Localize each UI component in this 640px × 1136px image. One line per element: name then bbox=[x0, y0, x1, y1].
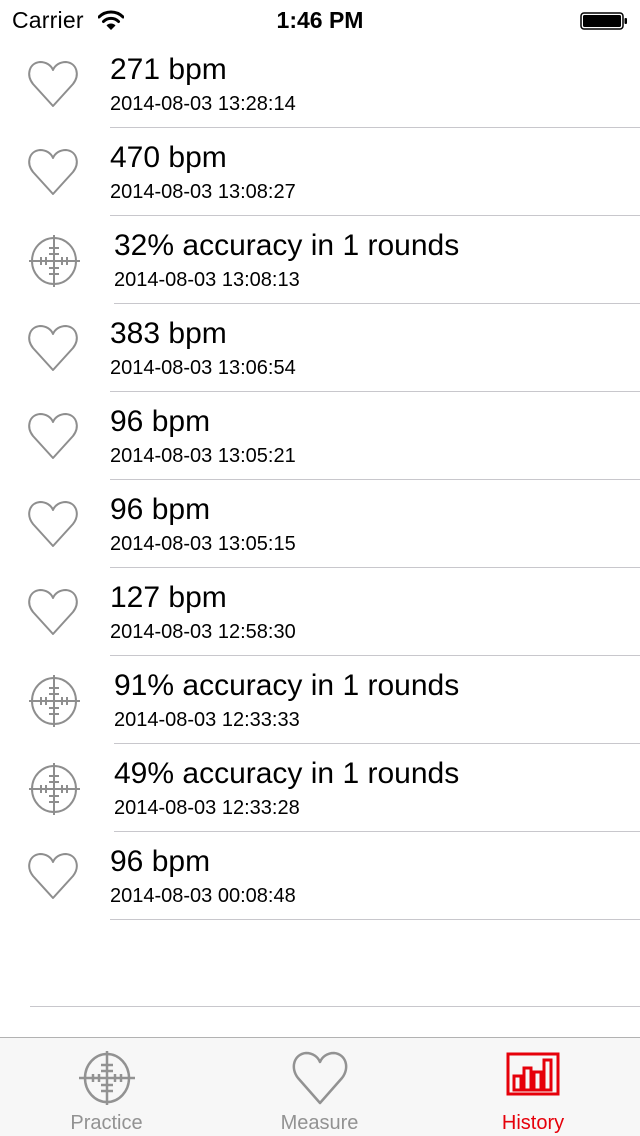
list-item[interactable]: 271 bpm 2014-08-03 13:28:14 bbox=[0, 40, 640, 128]
item-title: 470 bpm bbox=[110, 141, 227, 174]
row-separator bbox=[110, 919, 640, 920]
tab-history-label: History bbox=[501, 1112, 565, 1134]
item-timestamp: 2014-08-03 13:05:15 bbox=[110, 533, 296, 555]
list-item[interactable]: 383 bpm 2014-08-03 13:06:54 bbox=[0, 304, 640, 392]
item-title: 96 bpm bbox=[110, 493, 211, 526]
item-title: 32% accuracy in 1 rounds bbox=[114, 229, 460, 262]
list-item[interactable]: 96 bpm 2014-08-03 13:05:15 bbox=[0, 480, 640, 568]
item-timestamp: 2014-08-03 13:08:13 bbox=[114, 269, 300, 291]
list-item[interactable]: 32% accuracy in 1 rounds 2014-08-03 13:08… bbox=[0, 216, 640, 304]
item-timestamp: 2014-08-03 13:06:54 bbox=[110, 357, 296, 379]
item-timestamp: 2014-08-03 12:33:28 bbox=[114, 797, 300, 819]
heart-icon bbox=[28, 589, 78, 635]
heart-icon bbox=[292, 1051, 347, 1105]
heart-icon bbox=[28, 149, 78, 195]
item-timestamp: 2014-08-03 13:08:27 bbox=[110, 181, 296, 203]
tab-measure[interactable]: Measure bbox=[213, 1038, 426, 1136]
heart-icon bbox=[28, 501, 78, 547]
item-timestamp: 2014-08-03 12:58:30 bbox=[110, 621, 296, 643]
tab-practice-label: Practice bbox=[70, 1112, 143, 1134]
table-footer-separator bbox=[30, 1006, 640, 1007]
clock: 1:46 PM bbox=[276, 7, 364, 33]
battery-icon bbox=[580, 12, 627, 30]
heart-icon bbox=[28, 853, 78, 899]
crosshair-icon bbox=[78, 1051, 135, 1105]
item-timestamp: 2014-08-03 13:28:14 bbox=[110, 93, 296, 115]
item-title: 127 bpm bbox=[110, 581, 227, 614]
crosshair-icon bbox=[29, 763, 80, 815]
tab-measure-label: Measure bbox=[280, 1112, 359, 1134]
crosshair-icon bbox=[29, 235, 80, 287]
crosshair-icon bbox=[29, 675, 80, 727]
item-timestamp: 2014-08-03 12:33:33 bbox=[114, 709, 300, 731]
item-title: 49% accuracy in 1 rounds bbox=[114, 757, 460, 790]
heart-icon bbox=[28, 61, 78, 107]
item-title: 271 bpm bbox=[110, 53, 227, 86]
item-timestamp: 2014-08-03 00:08:48 bbox=[110, 885, 296, 907]
heart-icon bbox=[28, 413, 78, 459]
list-item[interactable]: 96 bpm 2014-08-03 00:08:48 bbox=[0, 832, 640, 920]
list-item[interactable]: 470 bpm 2014-08-03 13:08:27 bbox=[0, 128, 640, 216]
list-item[interactable]: 49% accuracy in 1 rounds 2014-08-03 12:33… bbox=[0, 744, 640, 832]
item-title: 91% accuracy in 1 rounds bbox=[114, 669, 460, 702]
list-item[interactable]: 96 bpm 2014-08-03 13:05:21 bbox=[0, 392, 640, 480]
item-title: 383 bpm bbox=[110, 317, 227, 350]
list-item[interactable]: 127 bpm 2014-08-03 12:58:30 bbox=[0, 568, 640, 656]
history-list[interactable]: 271 bpm 2014-08-03 13:28:14 470 bpm 2014-08… bbox=[0, 40, 640, 920]
tab-bar: Practice Measure History bbox=[0, 1037, 640, 1136]
heart-icon bbox=[28, 325, 78, 371]
tab-history[interactable]: History bbox=[426, 1038, 640, 1136]
item-title: 96 bpm bbox=[110, 405, 211, 438]
status-bar: Carrier 1:46 PM bbox=[0, 0, 640, 40]
list-item[interactable]: 91% accuracy in 1 rounds 2014-08-03 12:33… bbox=[0, 656, 640, 744]
item-title: 96 bpm bbox=[110, 845, 211, 878]
item-timestamp: 2014-08-03 13:05:21 bbox=[110, 445, 296, 467]
bar-chart-icon bbox=[506, 1052, 560, 1096]
tab-practice[interactable]: Practice bbox=[0, 1038, 213, 1136]
